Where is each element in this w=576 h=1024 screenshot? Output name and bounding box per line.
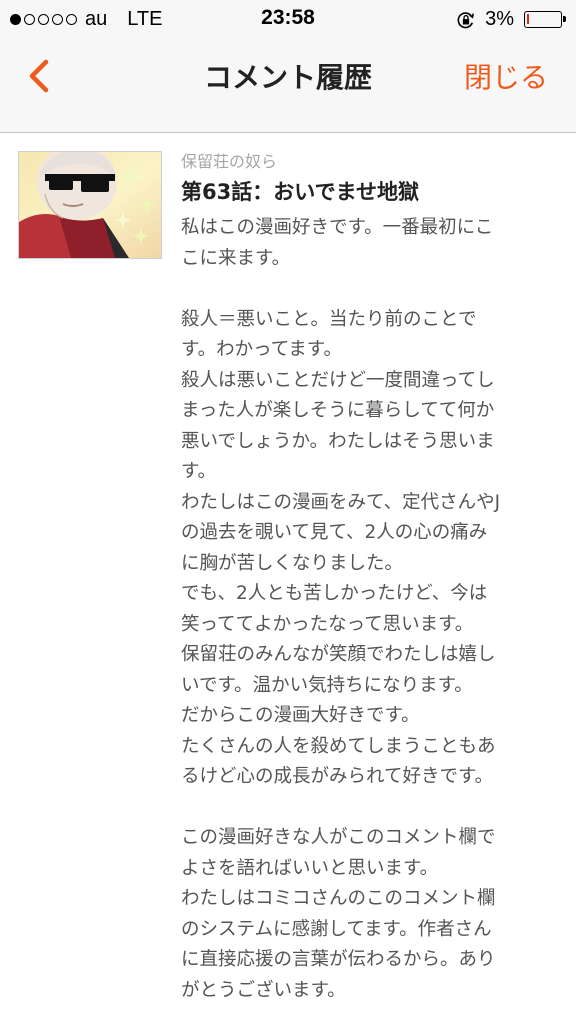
comment-line: に直接応援の言葉が伝わるから。あり [181, 949, 496, 970]
comment-line: 殺人は悪いことだけど一度間違ってし [181, 369, 495, 391]
comment-line: に胸が苦しくなりました。 [181, 552, 404, 574]
status-bar: au LTE 23:58 3% [0, 0, 576, 40]
comment-line: わたしはコミコさんのこのコメント欄 [181, 888, 496, 909]
comment-line: でも、2人とも苦しかったけど、今は [181, 583, 488, 604]
comment-line: がとうございます。 [181, 979, 346, 1001]
comment-line: まった人が楽しそうに暮らしてて何か [181, 400, 495, 421]
navigation-bar: コメント履歴 閉じる [0, 40, 576, 133]
comment-line: 悪いでしょうか。わたしはそう思いま [181, 430, 495, 452]
comment-line: よさを語ればいいと思います。 [181, 857, 439, 879]
battery-percent: 3% [485, 8, 514, 30]
comment-line [181, 274, 566, 305]
comment-line: たくさんの人を殺めてしまうこともあ [181, 735, 496, 757]
comment-history-list: 保留荘の奴ら 第63話：おいでませ地獄 私はこの漫画好きです。一番最初にこ こに… [0, 133, 576, 1024]
status-right: 3% [457, 8, 566, 31]
comment-line: の過去を覗いて見て、2人の心の痛み [181, 522, 488, 543]
series-name: 保留荘の奴ら [181, 152, 278, 171]
orientation-lock-icon [457, 11, 475, 28]
comment-line: いです。温かい気持ちになります。 [181, 674, 473, 696]
battery-icon [524, 11, 566, 28]
comment-line: 笑っててよかったなって思います。 [181, 613, 474, 635]
comment-line: わたしはこの漫画をみて、定代さんやJ [181, 491, 501, 513]
comment-line: す。 [181, 461, 217, 482]
comment-line: のシステムに感謝してます。作者さん [181, 918, 492, 940]
comment-line: す。わかってます。 [181, 339, 342, 360]
episode-title[interactable]: 第63話：おいでませ地獄 [181, 175, 566, 209]
comment-line [181, 793, 566, 824]
comment-item: 保留荘の奴ら 第63話：おいでませ地獄 私はこの漫画好きです。一番最初にこ こに… [181, 151, 566, 1006]
chevron-left-icon [29, 59, 49, 93]
comment-line: 私はこの漫画好きです。一番最初にこ [181, 217, 494, 238]
back-button[interactable] [22, 54, 62, 98]
comment-line: るけど心の成長がみられて好きです。 [181, 766, 494, 787]
comment-line: 殺人＝悪いこと。当たり前のことで [181, 308, 477, 330]
comment-line: こに来ます。 [181, 247, 291, 269]
comment-body: 私はこの漫画好きです。一番最初にこ こに来ます。 殺人＝悪いこと。当たり前のこと… [181, 213, 566, 1006]
battery-level-fill [527, 14, 529, 24]
close-button[interactable]: 閉じる [464, 56, 548, 96]
character-thumbnail-image [19, 152, 161, 258]
comment-line: 保留荘のみんなが笑顔でわたしは嬉し [181, 644, 496, 665]
comment-line: だからこの漫画大好きです。 [181, 705, 420, 726]
series-thumbnail[interactable] [18, 151, 162, 259]
comment-line: この漫画好きな人がこのコメント欄で [181, 827, 496, 848]
